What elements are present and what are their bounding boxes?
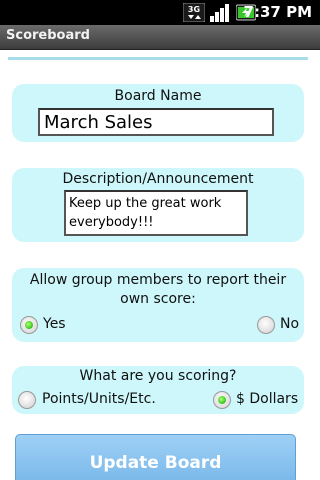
description-input[interactable]: Keep up the great work everybody!!! [64,190,248,236]
radio-dollars-label: $ Dollars [236,391,299,407]
status-bar: 3G 7:37 PM [0,0,320,25]
allow-report-panel: Allow group members to report their own … [12,268,304,342]
scoring-label: What are you scoring? [79,368,237,384]
radio-points[interactable] [18,391,36,409]
status-time: 7:37 PM [243,3,312,21]
radio-dollars[interactable] [213,391,231,409]
app-title: Scoreboard [6,28,90,43]
radio-points-label: Points/Units/Etc. [42,391,156,407]
radio-no-label: No [280,316,300,332]
signal-strength-icon [210,4,229,22]
radio-no[interactable] [257,316,275,334]
radio-yes[interactable] [20,316,38,334]
radio-yes-label: Yes [43,316,66,332]
description-panel: Description/Announcement Keep up the gre… [12,168,304,242]
update-board-button[interactable]: Update Board [15,434,296,480]
description-line-1: Keep up the great work [69,196,222,211]
network-3g-icon: 3G [183,3,205,22]
description-label: Description/Announcement [62,171,254,187]
title-bar: Scoreboard [0,25,320,50]
board-name-label: Board Name [114,88,202,104]
board-name-panel: Board Name March Sales [12,84,304,142]
allow-report-label-line2: own score: [120,291,196,307]
network-3g-label: 3G [188,5,200,14]
description-line-2: everybody!!! [69,215,154,230]
header-divider [8,57,308,60]
allow-report-label-line1: Allow group members to report their [29,272,287,288]
board-name-input[interactable]: March Sales [38,108,274,136]
scoring-panel: What are you scoring? Points/Units/Etc. … [12,366,304,414]
